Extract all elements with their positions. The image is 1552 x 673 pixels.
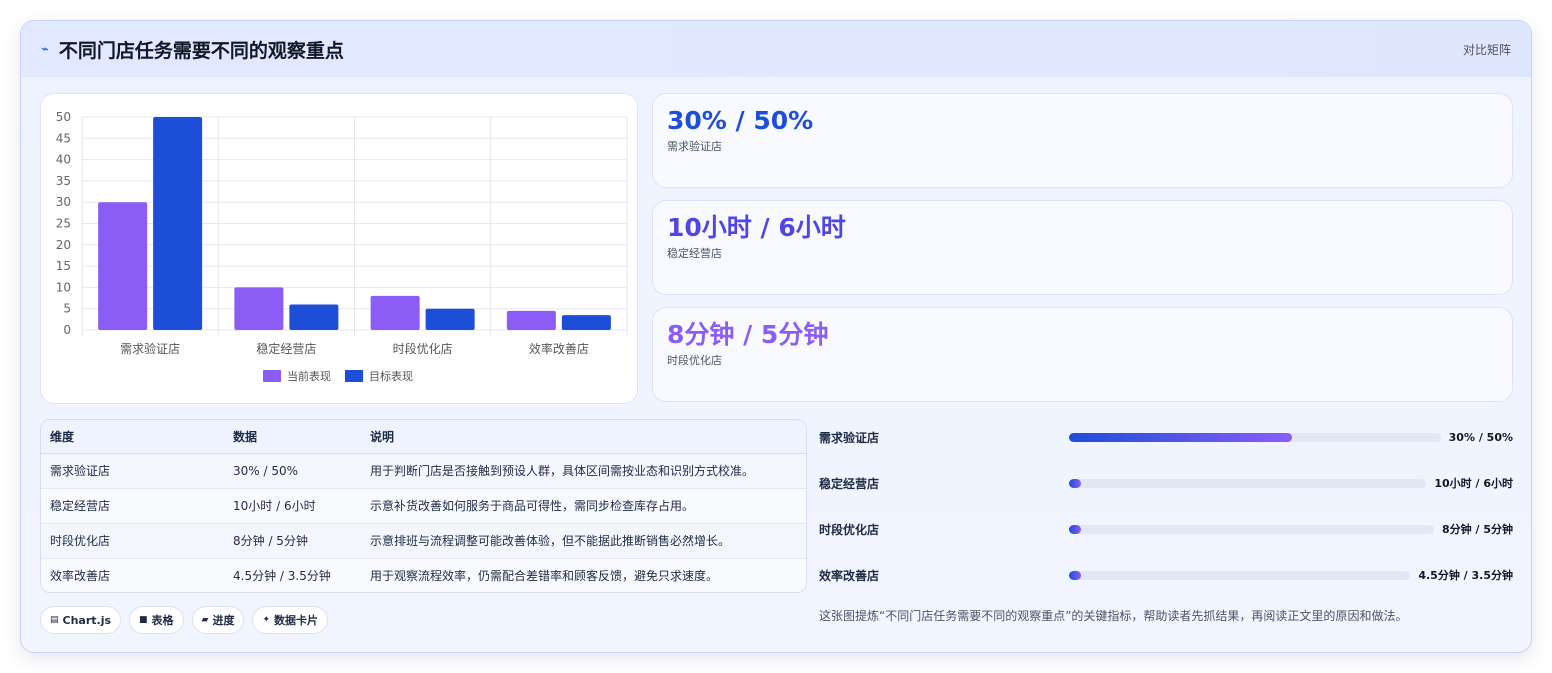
- progress-label: 需求验证店: [819, 430, 880, 445]
- kpi-card-1: 30% / 50% 需求验证店: [652, 93, 1513, 188]
- y-tick-label: 5: [63, 302, 71, 316]
- y-tick-label: 15: [56, 259, 71, 273]
- progress-value: 10小时 / 6小时: [1434, 477, 1513, 490]
- kpi-label: 稳定经营店: [667, 247, 722, 260]
- table-cell: 10小时 / 6小时: [224, 488, 361, 524]
- progress-label: 时段优化店: [819, 522, 880, 537]
- progress-fill: [1069, 478, 1081, 488]
- y-tick-label: 25: [56, 217, 71, 231]
- chart-icon: ▤: [50, 615, 59, 625]
- chip-label: Chart.js: [62, 613, 112, 627]
- table-cell: 用于判断门店是否接触到预设人群，具体区间需按业态和识别方式校准。: [361, 453, 806, 489]
- chip-label: 进度: [212, 614, 235, 627]
- kpi-label: 需求验证店: [667, 140, 722, 153]
- chip-data-cards[interactable]: ✦ 数据卡片: [252, 606, 329, 634]
- sparkle-icon: ✦: [262, 615, 271, 625]
- table-header-cell: 数据: [224, 420, 361, 454]
- table-header-cell: 说明: [361, 420, 806, 454]
- table-cell: 效率改善店: [41, 558, 224, 592]
- progress-fill: [1069, 432, 1292, 442]
- y-tick-label: 30: [56, 195, 71, 209]
- table-row: 时段优化店 8分钟 / 5分钟 示意排班与流程调整可能改善体验，但不能据此推断销…: [41, 523, 806, 559]
- bar-target: [289, 304, 339, 330]
- progress-label: 稳定经营店: [819, 476, 880, 491]
- bar-current: [506, 310, 556, 330]
- bar-current: [370, 295, 420, 330]
- table-cell: 示意补货改善如何服务于商品可得性，需同步检查库存占用。: [361, 488, 806, 524]
- y-tick-label: 0: [63, 323, 71, 337]
- table-row: 效率改善店 4.5分钟 / 3.5分钟 用于观察流程效率，仍需配合差错率和顾客反…: [41, 558, 806, 592]
- y-tick-label: 45: [56, 131, 71, 145]
- progress-fill: [1069, 570, 1081, 580]
- data-table: 维度 数据 说明 需求验证店 30% / 50% 用于判断门店是否接触到预设人群…: [40, 419, 807, 593]
- table-cell: 示意排班与流程调整可能改善体验，但不能据此推断销售必然增长。: [361, 523, 806, 559]
- table-header-row: 维度 数据 说明: [41, 420, 806, 454]
- bar-chart-panel: 0 5 10 15 20 25 30 35 40 45 50 需求验证店 稳定经营店 时段优化店 效率改善店…: [40, 93, 638, 404]
- legend-swatch: [345, 370, 363, 382]
- card-header: ⌁ 不同门店任务需要不同的观察重点 对比矩阵: [21, 21, 1531, 77]
- table-cell: 时段优化店: [41, 523, 224, 559]
- progress-track: [1069, 432, 1441, 442]
- bar-chart: 0 5 10 15 20 25 30 35 40 45 50 需求验证店 稳定经营店 时段优化店 效率改善店…: [56, 110, 628, 383]
- bar-target: [561, 315, 611, 330]
- table-cell: 需求验证店: [41, 453, 224, 489]
- x-tick-label: 效率改善店: [529, 341, 589, 356]
- bar-target: [425, 308, 475, 330]
- page-title: 不同门店任务需要不同的观察重点: [58, 39, 344, 62]
- feature-chips: ▤ Chart.js ■ 表格 ▰ 进度 ✦ 数据卡片: [40, 606, 329, 634]
- lightning-icon: ⌁: [41, 41, 49, 57]
- table-cell: 30% / 50%: [224, 453, 361, 489]
- chip-label: 表格: [151, 614, 174, 627]
- table-cell: 8分钟 / 5分钟: [224, 523, 361, 559]
- table-cell: 4.5分钟 / 3.5分钟: [224, 558, 361, 592]
- progress-value: 4.5分钟 / 3.5分钟: [1418, 569, 1513, 582]
- y-tick-label: 10: [56, 280, 71, 294]
- progress-track: [1069, 524, 1435, 534]
- legend-label: 当前表现: [287, 369, 331, 383]
- y-tick-label: 20: [56, 238, 71, 252]
- y-tick-label: 35: [56, 174, 71, 188]
- y-tick-label: 40: [56, 153, 71, 167]
- table-cell: 稳定经营店: [41, 488, 224, 524]
- progress-fill: [1069, 524, 1081, 534]
- bar-current: [234, 287, 284, 330]
- progress-track: [1069, 570, 1411, 580]
- table-cell: 用于观察流程效率，仍需配合差错率和顾客反馈，避免只求速度。: [361, 558, 806, 592]
- progress-row: 时段优化店 8分钟 / 5分钟: [819, 519, 1513, 539]
- progress-track: [1069, 478, 1427, 488]
- table-icon: ■: [139, 615, 148, 625]
- progress-row: 效率改善店 4.5分钟 / 3.5分钟: [819, 565, 1513, 585]
- y-tick-label: 50: [56, 110, 71, 124]
- progress-icon: ▰: [201, 615, 209, 625]
- table-row: 稳定经营店 10小时 / 6小时 示意补货改善如何服务于商品可得性，需同步检查库…: [41, 488, 806, 524]
- table-header-cell: 维度: [41, 420, 224, 454]
- bar-current: [98, 202, 148, 330]
- table-row: 需求验证店 30% / 50% 用于判断门店是否接触到预设人群，具体区间需按业态…: [41, 453, 806, 489]
- legend-swatch: [263, 370, 281, 382]
- kpi-card-2: 10小时 / 6小时 稳定经营店: [652, 200, 1513, 295]
- progress-value: 8分钟 / 5分钟: [1442, 523, 1513, 536]
- kpi-value: 10小时 / 6小时: [667, 213, 846, 242]
- progress-row: 需求验证店 30% / 50%: [819, 427, 1513, 447]
- chip-chartjs[interactable]: ▤ Chart.js: [40, 606, 122, 634]
- kpi-value: 30% / 50%: [667, 106, 814, 135]
- x-tick-label: 需求验证店: [120, 341, 180, 356]
- progress-label: 效率改善店: [819, 568, 880, 583]
- kpi-value: 8分钟 / 5分钟: [667, 320, 829, 349]
- chip-label: 数据卡片: [274, 614, 319, 627]
- x-tick-label: 稳定经营店: [256, 341, 316, 356]
- summary-note: 这张图提炼“不同门店任务需要不同的观察重点”的关键指标，帮助读者先抓结果，再阅读…: [819, 609, 1408, 623]
- bar-target: [153, 117, 203, 330]
- kpi-card-3: 8分钟 / 5分钟 时段优化店: [652, 307, 1513, 402]
- progress-row: 稳定经营店 10小时 / 6小时: [819, 473, 1513, 493]
- kpi-label: 时段优化店: [667, 354, 722, 367]
- chip-table[interactable]: ■ 表格: [129, 606, 184, 634]
- comparison-card: ⌁ 不同门店任务需要不同的观察重点 对比矩阵 0 5 10 15 20 25 30 35 40 4…: [20, 20, 1532, 653]
- legend-label: 目标表现: [369, 369, 413, 383]
- progress-value: 30% / 50%: [1448, 430, 1513, 444]
- header-tag: 对比矩阵: [1462, 42, 1511, 57]
- chip-progress[interactable]: ▰ 进度: [191, 606, 245, 634]
- x-tick-label: 时段优化店: [393, 341, 453, 356]
